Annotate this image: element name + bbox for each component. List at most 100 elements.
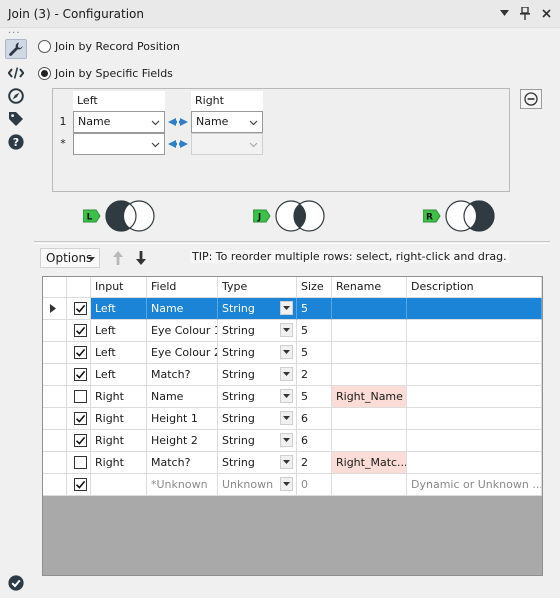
xml-code-icon[interactable] [5,63,27,83]
column-header-blank[interactable] [67,277,91,298]
cell-rename[interactable] [332,342,407,364]
include-field-checkbox-cell[interactable] [67,408,91,430]
cell-size[interactable]: 2 [297,452,332,474]
column-header-rename[interactable]: Rename [332,277,407,298]
cell-input[interactable]: Left [91,320,147,342]
include-field-checkbox-cell[interactable] [67,298,91,320]
cell-field[interactable]: Name [147,386,218,408]
include-field-checkbox[interactable] [74,478,87,491]
include-field-checkbox[interactable] [74,412,87,425]
include-field-checkbox-cell[interactable] [67,364,91,386]
cell-input[interactable] [91,474,147,496]
type-dropdown-button[interactable] [280,323,293,337]
right-field-select[interactable]: Name [191,111,263,133]
cell-rename[interactable]: Right_Matc... [332,452,407,474]
cell-rename[interactable] [332,364,407,386]
table-row[interactable]: Left Name String 5 [43,298,542,320]
tag-icon[interactable] [5,109,27,129]
cell-description[interactable]: Dynamic or Unknown ... [407,474,542,496]
cell-description[interactable] [407,408,542,430]
radio-join-by-fields[interactable] [38,67,51,80]
include-field-checkbox[interactable] [74,346,87,359]
cell-rename[interactable]: Right_Name [332,386,407,408]
include-field-checkbox[interactable] [74,434,87,447]
table-row[interactable]: *Unknown Unknown 0 Dynamic or Unknown ... [43,474,542,496]
cell-size[interactable]: 6 [297,430,332,452]
cell-rename[interactable] [332,298,407,320]
cell-type[interactable]: String [218,342,297,364]
cell-description[interactable] [407,298,542,320]
move-up-button[interactable] [110,248,126,268]
table-row[interactable]: Right Height 1 String 6 [43,408,542,430]
type-dropdown-button[interactable] [280,411,293,425]
row-selector-cell[interactable] [43,408,67,430]
options-dropdown-button[interactable]: Options [40,248,100,268]
cell-rename[interactable] [332,408,407,430]
type-dropdown-button[interactable] [280,367,293,381]
cell-type[interactable]: String [218,430,297,452]
cell-field[interactable]: Name [147,298,218,320]
column-header-field[interactable]: Field [147,277,218,298]
cell-description[interactable] [407,364,542,386]
table-row[interactable]: Right Match? String 2 Right_Matc... [43,452,542,474]
cell-size[interactable]: 5 [297,386,332,408]
cell-size[interactable]: 5 [297,342,332,364]
cell-rename[interactable] [332,430,407,452]
cell-description[interactable] [407,320,542,342]
cell-description[interactable] [407,342,542,364]
cell-field[interactable]: *Unknown [147,474,218,496]
cell-rename[interactable] [332,474,407,496]
cell-rename[interactable] [332,320,407,342]
cell-field[interactable]: Height 2 [147,430,218,452]
include-field-checkbox[interactable] [74,456,87,469]
row-selector-cell[interactable] [43,298,67,320]
cell-type[interactable]: Unknown [218,474,297,496]
cell-input[interactable]: Left [91,364,147,386]
cell-description[interactable] [407,452,542,474]
help-icon[interactable]: ? [5,132,27,152]
row-selector-cell[interactable] [43,342,67,364]
include-field-checkbox-cell[interactable] [67,386,91,408]
type-dropdown-button[interactable] [280,301,293,315]
type-dropdown-button[interactable] [280,389,293,403]
remove-join-field-button[interactable] [520,89,542,109]
pin-icon[interactable] [519,6,531,20]
radio-join-by-position[interactable] [38,40,51,53]
table-row[interactable]: Right Height 2 String 6 [43,430,542,452]
cell-size[interactable]: 5 [297,320,332,342]
include-field-checkbox-cell[interactable] [67,452,91,474]
swap-arrows-icon[interactable] [166,137,190,151]
type-dropdown-button[interactable] [280,455,293,469]
cell-type[interactable]: String [218,408,297,430]
cell-size[interactable]: 2 [297,364,332,386]
cell-type[interactable]: String [218,364,297,386]
table-row[interactable]: Left Match? String 2 [43,364,542,386]
column-header-type[interactable]: Type [218,277,297,298]
cell-type[interactable]: String [218,298,297,320]
row-selector-cell[interactable] [43,452,67,474]
type-dropdown-button[interactable] [280,477,293,491]
row-selector-cell[interactable] [43,474,67,496]
include-field-checkbox-cell[interactable] [67,320,91,342]
cell-field[interactable]: Eye Colour 1 [147,320,218,342]
cell-type[interactable]: String [218,452,297,474]
cell-field[interactable]: Match? [147,452,218,474]
column-header-blank[interactable] [43,277,67,298]
column-header-description[interactable]: Description [407,277,542,298]
table-row[interactable]: Left Eye Colour 1 String 5 [43,320,542,342]
cell-input[interactable]: Right [91,452,147,474]
include-field-checkbox[interactable] [74,324,87,337]
include-field-checkbox[interactable] [74,390,87,403]
include-field-checkbox-cell[interactable] [67,474,91,496]
cell-size[interactable]: 6 [297,408,332,430]
column-header-size[interactable]: Size [297,277,332,298]
join-by-fields-option[interactable]: Join by Specific Fields [38,67,173,80]
include-field-checkbox[interactable] [74,368,87,381]
cell-description[interactable] [407,386,542,408]
row-selector-cell[interactable] [43,364,67,386]
table-row[interactable]: Left Eye Colour 2 String 5 [43,342,542,364]
cell-input[interactable]: Right [91,408,147,430]
include-field-checkbox-cell[interactable] [67,342,91,364]
close-icon[interactable] [540,6,552,20]
include-field-checkbox-cell[interactable] [67,430,91,452]
